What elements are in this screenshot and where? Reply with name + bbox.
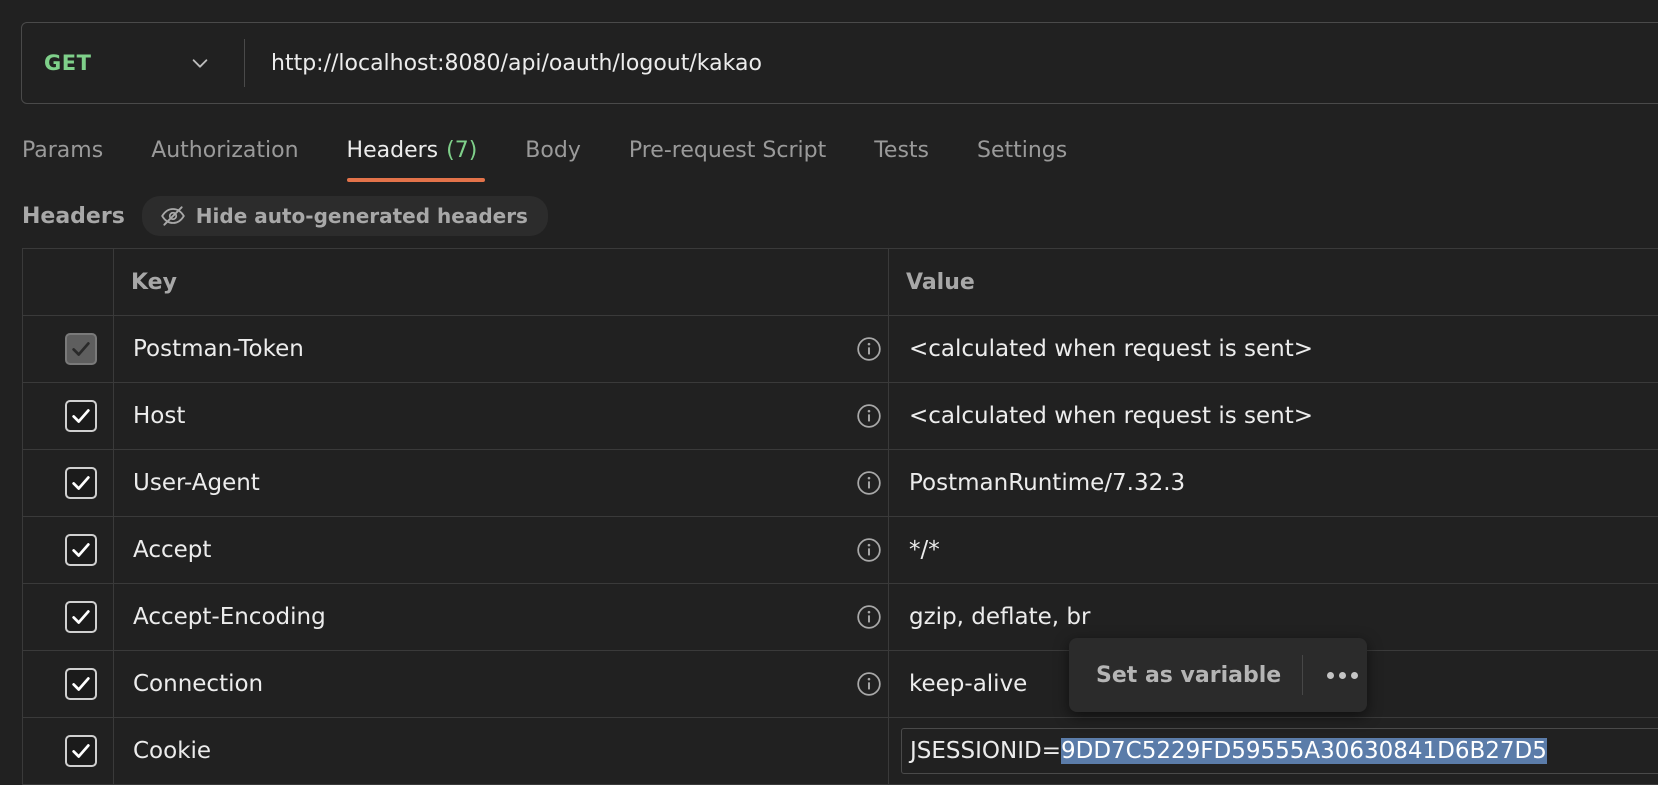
info-icon[interactable] <box>856 537 882 563</box>
row-checkbox[interactable] <box>65 333 97 365</box>
header-key: User-Agent <box>133 470 260 496</box>
info-icon[interactable] <box>856 470 882 496</box>
headers-count: (7) <box>446 138 478 163</box>
header-key: Postman-Token <box>133 336 304 362</box>
row-checkbox[interactable] <box>65 400 97 432</box>
check-icon <box>72 342 90 356</box>
tab-settings[interactable]: Settings <box>977 128 1067 182</box>
tab-tests[interactable]: Tests <box>874 128 929 182</box>
hide-button-label: Hide auto-generated headers <box>195 204 528 228</box>
more-options-icon[interactable] <box>1327 671 1363 679</box>
header-key: Host <box>133 403 186 429</box>
tab-pre-request-script[interactable]: Pre-request Script <box>629 128 826 182</box>
table-row: Postman-Token <calculated when request i… <box>23 316 1658 383</box>
table-row: Host <calculated when request is sent> <box>23 383 1658 450</box>
eye-off-icon <box>160 206 185 226</box>
table-row: User-Agent PostmanRuntime/7.32.3 <box>23 450 1658 517</box>
method-label: GET <box>44 51 92 75</box>
tab-authorization[interactable]: Authorization <box>151 128 298 182</box>
table-row: Cookie JSESSIONID= 9DD7C5229FD59555A30630… <box>23 718 1658 785</box>
headers-title: Headers <box>22 203 125 229</box>
header-key: Connection <box>133 671 264 697</box>
check-icon <box>72 543 90 557</box>
table-row: Connection keep-alive <box>23 651 1658 718</box>
row-checkbox[interactable] <box>65 534 97 566</box>
column-header-value: Value <box>889 249 1658 315</box>
row-checkbox[interactable] <box>65 467 97 499</box>
table-header-row: Key Value <box>23 249 1658 316</box>
header-value[interactable]: */* <box>909 537 940 563</box>
cookie-value-prefix: JSESSIONID= <box>910 738 1061 764</box>
header-key: Cookie <box>133 738 212 764</box>
header-key: Accept <box>133 537 212 563</box>
row-checkbox[interactable] <box>65 601 97 633</box>
row-checkbox[interactable] <box>65 735 97 767</box>
request-tabs: Params Authorization Headers (7) Body Pre… <box>22 128 1115 184</box>
tab-params[interactable]: Params <box>22 128 103 182</box>
info-icon[interactable] <box>856 336 882 362</box>
set-as-variable-button[interactable]: Set as variable <box>1069 663 1281 688</box>
selection-popover: Set as variable <box>1069 638 1367 712</box>
row-checkbox[interactable] <box>65 668 97 700</box>
check-icon <box>72 409 90 423</box>
method-dropdown[interactable]: GET <box>22 23 244 103</box>
table-row: Accept */* <box>23 517 1658 584</box>
check-icon <box>72 476 90 490</box>
selected-text: 9DD7C5229FD59555A30630841D6B27D5 <box>1060 738 1547 764</box>
column-header-key: Key <box>114 249 889 315</box>
hide-auto-generated-headers-button[interactable]: Hide auto-generated headers <box>141 196 548 236</box>
header-key: Accept-Encoding <box>133 604 326 630</box>
header-value[interactable]: <calculated when request is sent> <box>909 336 1313 362</box>
headers-toolbar: Headers Hide auto-generated headers <box>22 196 548 236</box>
cookie-value-input[interactable]: JSESSIONID= 9DD7C5229FD59555A30630841D6B2… <box>901 728 1658 774</box>
info-icon[interactable] <box>856 403 882 429</box>
url-input[interactable] <box>245 22 1658 104</box>
check-icon <box>72 677 90 691</box>
header-value[interactable]: keep-alive <box>909 671 1027 697</box>
tab-body[interactable]: Body <box>525 128 581 182</box>
info-icon[interactable] <box>856 604 882 630</box>
header-value[interactable]: <calculated when request is sent> <box>909 403 1313 429</box>
popover-divider <box>1302 655 1304 695</box>
info-icon[interactable] <box>856 671 882 697</box>
header-value[interactable]: PostmanRuntime/7.32.3 <box>909 470 1185 496</box>
request-url-bar: GET <box>21 22 1658 104</box>
tab-headers[interactable]: Headers (7) <box>346 128 486 182</box>
table-row: Accept-Encoding gzip, deflate, br <box>23 584 1658 651</box>
header-value[interactable]: gzip, deflate, br <box>909 604 1090 630</box>
check-icon <box>72 744 90 758</box>
chevron-down-icon <box>192 59 208 68</box>
headers-table: Key Value Postman-Token <calculated when… <box>22 248 1658 785</box>
header-check-column <box>23 249 114 315</box>
check-icon <box>72 610 90 624</box>
